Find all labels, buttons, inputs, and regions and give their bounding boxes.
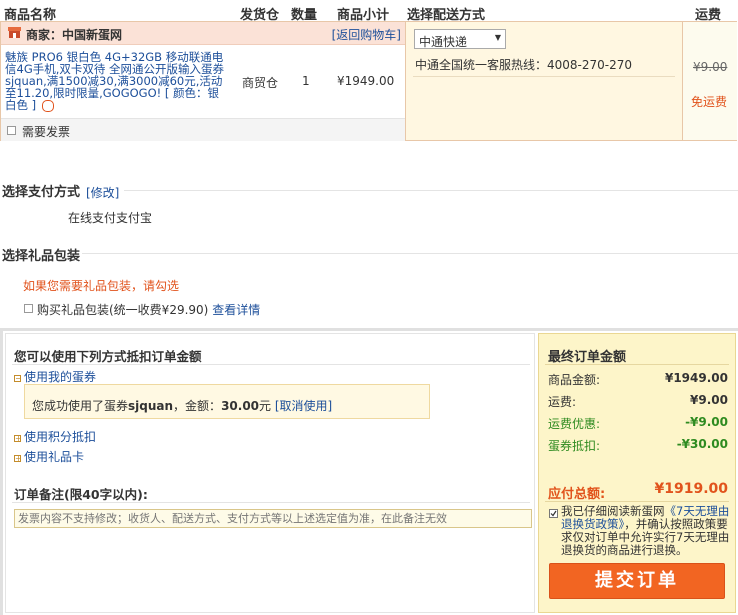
giftcard-toggle[interactable]: + 使用礼品卡 xyxy=(14,448,84,465)
summary-title: 最终订单金额 xyxy=(548,350,627,365)
gift-option-label: 购买礼品包装(统一收费¥29.90) xyxy=(37,303,209,317)
expand-icon: + xyxy=(14,454,22,463)
points-toggle[interactable]: + 使用积分抵扣 xyxy=(14,428,96,445)
summary-row-label: 运费优惠: xyxy=(548,417,601,431)
coupon-toggle[interactable]: − 使用我的蛋券 xyxy=(14,368,96,385)
order-table: 商家：中国新蛋网 [返回购物车] 魅族 PRO6 银白色 4G+32GB 移动联… xyxy=(0,21,737,141)
gift-icon xyxy=(41,99,54,112)
invoice-checkbox[interactable] xyxy=(7,126,16,135)
summary-row-label: 蛋券抵扣: xyxy=(548,439,601,453)
deduction-panel: 您可以使用下列方式抵扣订单金额 − 使用我的蛋券 您成功使用了蛋券sjquan，金… xyxy=(5,333,535,613)
summary-row-label: 运费: xyxy=(548,395,577,409)
coupon-msg-prefix: 您成功使用了蛋券 xyxy=(32,399,129,413)
remark-input[interactable] xyxy=(14,509,532,528)
gift-hint: 如果您需要礼品包装，请勾选 xyxy=(23,279,180,293)
invoice-row: 需要发票 xyxy=(1,118,405,141)
collapse-icon: − xyxy=(14,374,22,383)
summary-row-value: ¥9.00 xyxy=(690,393,728,407)
coupon-msg-unit: 元 xyxy=(259,399,272,413)
gift-title: 选择礼品包装 xyxy=(2,249,81,264)
payment-method: 在线支付支付宝 xyxy=(68,211,153,225)
back-to-cart-link[interactable]: [返回购物车] xyxy=(332,26,401,43)
summary-row-value: -¥30.00 xyxy=(676,437,728,451)
expand-icon: + xyxy=(14,434,22,443)
total-value: ¥1919.00 xyxy=(654,481,728,497)
coupon-cancel-link[interactable]: [取消使用] xyxy=(275,399,332,413)
remark-title: 订单备注(限40字以内): xyxy=(14,487,148,502)
gift-details-link[interactable]: 查看详情 xyxy=(212,303,260,317)
chevron-down-icon: ▼ xyxy=(494,33,501,42)
summary-row-value: ¥1949.00 xyxy=(664,371,728,385)
product-subtotal: ¥1949.00 xyxy=(337,74,395,88)
summary-panel: 最终订单金额 商品金额: ¥1949.00 运费: ¥9.00 运费优惠: -¥… xyxy=(538,333,736,613)
fee-cell: ¥9.00 免运费 xyxy=(682,22,737,140)
coupon-msg-mid: ，金额： xyxy=(173,399,222,413)
payment-modify-link[interactable]: [修改] xyxy=(86,184,119,201)
shipping-cell: 中通快递 ▼ 中通全国统一客服热线：4008-270-270 xyxy=(405,22,683,140)
merchant-name: 商家：中国新蛋网 xyxy=(26,28,123,42)
checkout-block: 您可以使用下列方式抵扣订单金额 − 使用我的蛋券 您成功使用了蛋券sjquan，金… xyxy=(0,328,738,615)
agree-text: 我已仔细阅读新蛋网《7天无理由退换货政策》，并确认按照政策要求仅对订单中允许实行… xyxy=(561,504,730,557)
coupon-code: sjquan xyxy=(128,399,174,413)
product-quantity: 1 xyxy=(302,74,310,88)
shop-icon xyxy=(8,26,21,38)
shipping-select[interactable]: 中通快递 ▼ xyxy=(414,29,506,49)
product-description[interactable]: 魅族 PRO6 银白色 4G+32GB 移动联通电信4G手机,双卡双待 全网通公… xyxy=(5,51,229,113)
shipping-hotline: 中通全国统一客服热线：4008-270-270 xyxy=(415,58,633,72)
gift-checkbox[interactable] xyxy=(24,304,33,313)
invoice-label: 需要发票 xyxy=(22,125,71,139)
total-label: 应付总额: xyxy=(548,487,606,502)
coupon-amount: 30.00 xyxy=(221,399,260,413)
submit-order-button[interactable]: 提交订单 xyxy=(549,563,725,599)
payment-title: 选择支付方式 xyxy=(2,185,81,200)
summary-row-value: -¥9.00 xyxy=(685,415,728,429)
agree-checkbox[interactable] xyxy=(549,509,558,518)
original-shipping-fee: ¥9.00 xyxy=(693,60,728,74)
product-warehouse: 商贸仓 xyxy=(242,76,279,90)
deduction-title: 您可以使用下列方式抵扣订单金额 xyxy=(14,349,202,364)
free-shipping-label: 免运费 xyxy=(691,95,728,109)
coupon-applied-box: 您成功使用了蛋券sjquan，金额：30.00元 [取消使用] xyxy=(24,384,430,419)
summary-row-label: 商品金额: xyxy=(548,373,601,387)
merchant-bar: 商家：中国新蛋网 [返回购物车] xyxy=(1,22,405,45)
